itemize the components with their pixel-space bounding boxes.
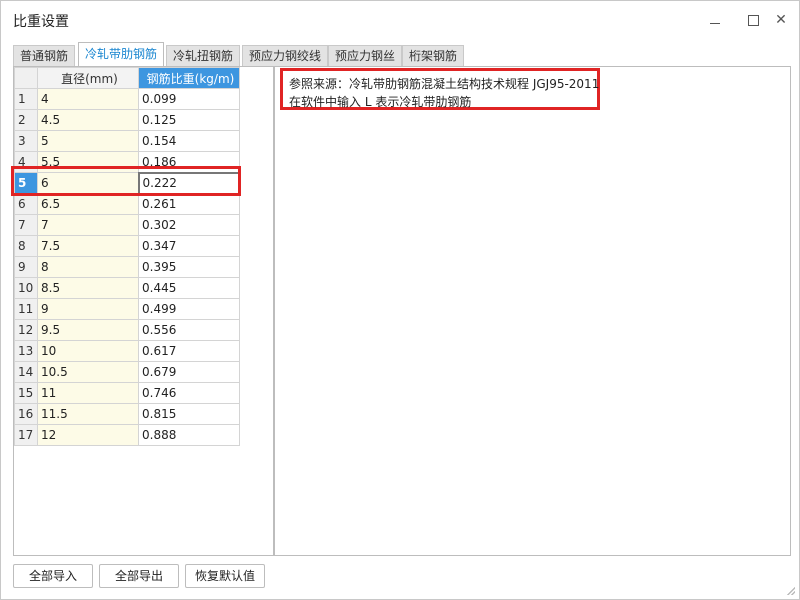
diameter-cell[interactable]: 6 [37,172,139,194]
table-row[interactable]: 7 7 0.302 [14,214,240,236]
table-header-row: 直径(mm) 钢筋比重(kg/m) [14,67,240,89]
diameter-cell[interactable]: 4 [37,88,139,110]
diameter-cell[interactable]: 11.5 [37,403,139,425]
weight-cell[interactable]: 0.186 [138,151,240,173]
row-number[interactable]: 4 [14,151,38,173]
weight-cell[interactable]: 0.679 [138,361,240,383]
row-number[interactable]: 9 [14,256,38,278]
row-number[interactable]: 1 [14,88,38,110]
row-number[interactable]: 7 [14,214,38,236]
reference-note: 参照来源：冷轧带肋钢筋混凝土结构技术规程 JGJ95-2011 在软件中输入 L… [280,68,600,110]
row-number[interactable]: 11 [14,298,38,320]
weight-table: 直径(mm) 钢筋比重(kg/m) 1 4 0.099 2 4.5 0.125 3 5 0.15… [14,67,241,446]
weight-cell[interactable]: 0.888 [138,424,240,446]
minimize-icon [710,22,720,24]
table-row[interactable]: 8 7.5 0.347 [14,235,240,257]
export-all-button[interactable]: 全部导出 [99,564,179,588]
tab-cold-rolled-twisted[interactable]: 冷轧扭钢筋 [166,45,241,66]
table-corner[interactable] [14,67,38,89]
column-header-weight[interactable]: 钢筋比重(kg/m) [138,67,240,89]
table-row[interactable]: 11 9 0.499 [14,298,240,320]
table-row[interactable]: 1 4 0.099 [14,88,240,110]
weight-cell[interactable]: 0.556 [138,319,240,341]
note-input-hint: 在软件中输入 L 表示冷轧带肋钢筋 [289,95,472,109]
maximize-icon [747,14,759,26]
maximize-button[interactable] [741,9,765,31]
table-row[interactable]: 2 4.5 0.125 [14,109,240,131]
table-row[interactable]: 14 10.5 0.679 [14,361,240,383]
table-row[interactable]: 15 11 0.746 [14,382,240,404]
row-number[interactable]: 2 [14,109,38,131]
note-reference-source: 参照来源：冷轧带肋钢筋混凝土结构技术规程 JGJ95-2011 [289,77,600,91]
table-row[interactable]: 9 8 0.395 [14,256,240,278]
tab-truss-rebar[interactable]: 桁架钢筋 [402,45,465,66]
weight-cell[interactable]: 0.746 [138,382,240,404]
table-row[interactable]: 13 10 0.617 [14,340,240,362]
tab-prestressed-wire[interactable]: 预应力钢丝 [328,45,403,66]
weight-table-panel: 直径(mm) 钢筋比重(kg/m) 1 4 0.099 2 4.5 0.125 3 5 0.15… [13,66,274,556]
table-row[interactable]: 12 9.5 0.556 [14,319,240,341]
tab-prestressed-strand[interactable]: 预应力钢绞线 [242,45,329,66]
close-button[interactable]: ✕ [769,9,793,31]
close-icon: ✕ [775,12,787,28]
table-row[interactable]: 10 8.5 0.445 [14,277,240,299]
diameter-cell[interactable]: 7.5 [37,235,139,257]
diameter-cell[interactable]: 6.5 [37,193,139,215]
table-row[interactable]: 6 6.5 0.261 [14,193,240,215]
row-number[interactable]: 15 [14,382,38,404]
weight-cell[interactable]: 0.499 [138,298,240,320]
row-number[interactable]: 17 [14,424,38,446]
diameter-cell[interactable]: 9 [37,298,139,320]
diameter-cell[interactable]: 5.5 [37,151,139,173]
row-number[interactable]: 12 [14,319,38,341]
diameter-cell[interactable]: 7 [37,214,139,236]
weight-cell[interactable]: 0.222 [137,171,241,195]
table-row[interactable]: 5 6 0.222 [14,171,241,195]
minimize-button[interactable] [703,9,727,31]
table-row[interactable]: 16 11.5 0.815 [14,403,240,425]
diameter-cell[interactable]: 11 [37,382,139,404]
resize-grip-icon[interactable] [787,587,795,595]
weight-cell[interactable]: 0.099 [138,88,240,110]
table-row[interactable]: 17 12 0.888 [14,424,240,446]
weight-cell[interactable]: 0.125 [138,109,240,131]
diameter-cell[interactable]: 10 [37,340,139,362]
column-header-diameter[interactable]: 直径(mm) [37,67,139,89]
diameter-cell[interactable]: 12 [37,424,139,446]
weight-cell[interactable]: 0.395 [138,256,240,278]
restore-default-button[interactable]: 恢复默认值 [185,564,265,588]
weight-cell[interactable]: 0.261 [138,193,240,215]
row-number[interactable]: 16 [14,403,38,425]
row-number[interactable]: 14 [14,361,38,383]
weight-cell[interactable]: 0.302 [138,214,240,236]
dialog-title: 比重设置 [13,14,69,30]
weight-cell[interactable]: 0.154 [138,130,240,152]
tab-cold-rolled-ribbed[interactable]: 冷轧带肋钢筋 [78,42,165,66]
row-number[interactable]: 6 [14,193,38,215]
row-number[interactable]: 10 [14,277,38,299]
diameter-cell[interactable]: 10.5 [37,361,139,383]
note-panel [274,66,791,556]
diameter-cell[interactable]: 8.5 [37,277,139,299]
row-number[interactable]: 3 [14,130,38,152]
row-number[interactable]: 13 [14,340,38,362]
import-all-button[interactable]: 全部导入 [13,564,93,588]
tab-ordinary-rebar[interactable]: 普通钢筋 [13,45,76,66]
table-row[interactable]: 4 5.5 0.186 [14,151,240,173]
dialog-window: 比重设置 ✕ 普通钢筋 冷轧带肋钢筋 冷轧扭钢筋 预应力钢绞线 预应力钢丝 桁架… [0,0,800,600]
weight-cell[interactable]: 0.347 [138,235,240,257]
diameter-cell[interactable]: 4.5 [37,109,139,131]
row-number[interactable]: 5 [14,172,38,194]
row-number[interactable]: 8 [14,235,38,257]
diameter-cell[interactable]: 9.5 [37,319,139,341]
diameter-cell[interactable]: 5 [37,130,139,152]
title-bar: 比重设置 ✕ [1,1,799,39]
weight-cell[interactable]: 0.445 [138,277,240,299]
weight-cell[interactable]: 0.815 [138,403,240,425]
table-row[interactable]: 3 5 0.154 [14,130,240,152]
diameter-cell[interactable]: 8 [37,256,139,278]
weight-cell[interactable]: 0.617 [138,340,240,362]
